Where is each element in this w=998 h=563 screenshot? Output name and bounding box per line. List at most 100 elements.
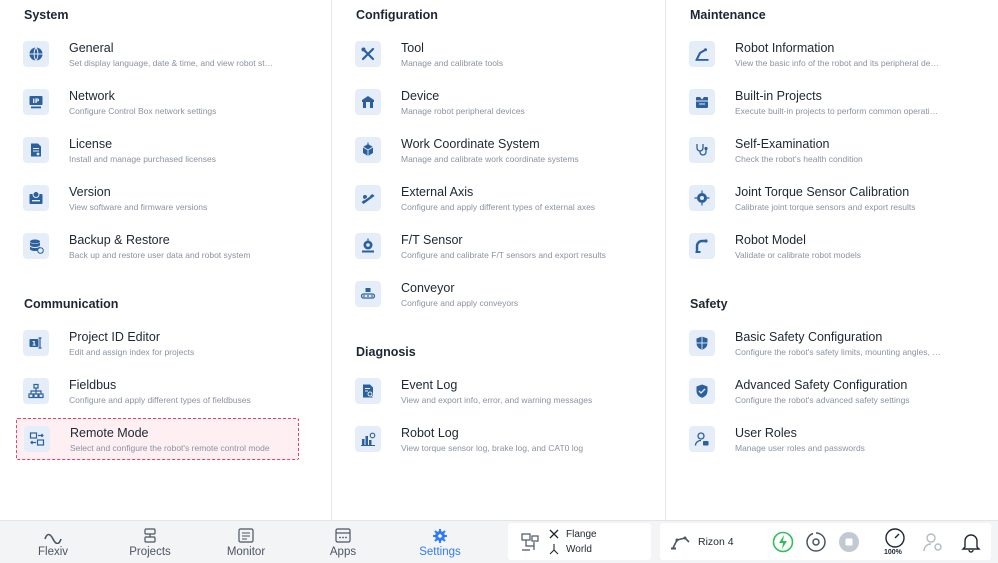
settings-item-ft-sensor[interactable]: F/T Sensor Configure and calibrate F/T s… <box>348 225 631 267</box>
item-title: Device <box>401 88 440 103</box>
item-title: User Roles <box>735 425 797 440</box>
nav-projects[interactable]: Projects <box>110 521 190 563</box>
speedometer-icon <box>885 528 905 548</box>
settings-item-work-coordinate-system[interactable]: Work Coordinate System Manage and calibr… <box>348 129 631 171</box>
item-title: Tool <box>401 40 424 55</box>
license-document-icon <box>23 137 49 163</box>
bell-icon <box>961 534 981 553</box>
settings-item-built-in-projects[interactable]: Built-in Projects Execute built-in proje… <box>682 81 965 123</box>
stop-button[interactable] <box>838 531 860 553</box>
settings-item-tool[interactable]: Tool Manage and calibrate tools <box>348 33 631 75</box>
item-title: Conveyor <box>401 280 455 295</box>
section-title-safety: Safety <box>690 297 728 311</box>
item-desc: Back up and restore user data and robot … <box>69 249 251 260</box>
settings-item-backup-restore[interactable]: Backup & Restore Back up and restore use… <box>16 225 299 267</box>
user-settings-button[interactable] <box>922 531 944 553</box>
nav-monitor[interactable]: Monitor <box>206 521 286 563</box>
nav-label: Monitor <box>226 545 266 558</box>
item-desc: Configure the robot's advanced safety se… <box>735 394 910 405</box>
svg-text:1: 1 <box>32 341 36 348</box>
version-chip-icon <box>23 185 49 211</box>
robot-log-chart-icon <box>355 426 381 452</box>
settings-item-license[interactable]: License Install and manage purchased lic… <box>16 129 299 171</box>
section-title-system: System <box>24 8 69 22</box>
ft-sensor-icon <box>355 233 381 259</box>
item-desc: Edit and assign index for projects <box>69 346 195 357</box>
settings-item-robot-log[interactable]: Robot Log View torque sensor log, brake … <box>348 418 631 460</box>
item-desc: Select and configure the robot's remote … <box>70 442 270 453</box>
robot-name: Rizon 4 <box>698 535 734 548</box>
tcp-frame-panel[interactable]: Flange World <box>508 523 651 560</box>
torque-sensor-target-icon <box>689 185 715 211</box>
item-desc: View torque sensor log, brake log, and C… <box>401 442 584 453</box>
item-desc: Configure and apply conveyors <box>401 297 519 308</box>
settings-item-robot-model[interactable]: Robot Model Validate or calibrate robot … <box>682 225 965 267</box>
speed-gauge-button[interactable] <box>884 527 906 549</box>
ip-network-icon: IP <box>23 89 49 115</box>
apps-icon <box>335 527 351 543</box>
settings-item-version[interactable]: Version View software and firmware versi… <box>16 177 299 219</box>
settings-item-fieldbus[interactable]: Fieldbus Configure and apply different t… <box>16 370 299 412</box>
gear-icon <box>433 528 447 543</box>
settings-item-robot-information[interactable]: Robot Information View the basic info of… <box>682 33 965 75</box>
settings-item-joint-torque-sensor-calibration[interactable]: Joint Torque Sensor Calibration Calibrat… <box>682 177 965 219</box>
item-title: Fieldbus <box>69 377 117 392</box>
robot-arm-icon <box>671 536 690 549</box>
nav-flexiv[interactable]: Flexiv <box>13 521 93 563</box>
database-backup-icon <box>23 233 49 259</box>
item-title: F/T Sensor <box>401 232 463 247</box>
nav-settings[interactable]: Settings <box>400 521 480 563</box>
item-desc: Configure and apply different types of f… <box>69 394 251 405</box>
settings-item-project-id-editor[interactable]: 1 Project ID Editor Edit and assign inde… <box>16 322 299 364</box>
shield-check-icon <box>689 378 715 404</box>
item-desc: Check the robot's health condition <box>735 153 863 164</box>
settings-item-user-roles[interactable]: User Roles Manage user roles and passwor… <box>682 418 965 460</box>
settings-item-event-log[interactable]: Event Log View and export info, error, a… <box>348 370 631 412</box>
settings-item-external-axis[interactable]: External Axis Configure and apply differ… <box>348 177 631 219</box>
settings-page: System General Set display language, dat… <box>0 0 998 520</box>
tools-icon <box>355 41 381 67</box>
item-desc: Set display language, date & time, and v… <box>69 57 274 68</box>
svg-text:IP: IP <box>33 98 40 105</box>
settings-item-basic-safety-configuration[interactable]: Basic Safety Configuration Configure the… <box>682 322 965 364</box>
item-desc: Manage and calibrate tools <box>401 57 504 68</box>
item-title: Joint Torque Sensor Calibration <box>735 184 910 199</box>
external-axis-icon <box>355 185 381 211</box>
globe-icon <box>23 41 49 67</box>
item-title: License <box>69 136 113 151</box>
settings-item-advanced-safety-configuration[interactable]: Advanced Safety Configuration Configure … <box>682 370 965 412</box>
settings-item-general[interactable]: General Set display language, date & tim… <box>16 33 299 75</box>
item-desc: Validate or calibrate robot models <box>735 249 861 260</box>
settings-item-network[interactable]: IP Network Configure Control Box network… <box>16 81 299 123</box>
section-title-maintenance: Maintenance <box>690 8 766 22</box>
settings-item-self-examination[interactable]: Self-Examination Check the robot's healt… <box>682 129 965 171</box>
brake-release-button[interactable] <box>805 531 827 553</box>
conveyor-icon <box>355 281 381 307</box>
item-title: Remote Mode <box>70 425 149 440</box>
stethoscope-icon <box>689 137 715 163</box>
device-gripper-icon <box>355 89 381 115</box>
item-desc: Configure the robot's safety limits, mou… <box>735 346 941 357</box>
item-desc: Install and manage purchased licenses <box>69 153 216 164</box>
settings-item-conveyor[interactable]: Conveyor Configure and apply conveyors <box>348 273 631 315</box>
item-title: External Axis <box>401 184 474 199</box>
flexiv-logo-icon <box>44 533 62 544</box>
item-desc: Configure Control Box network settings <box>69 105 217 116</box>
reference-frame-row: World <box>548 542 597 557</box>
item-title: Robot Model <box>735 232 806 247</box>
column-configuration-diagnosis: Configuration Tool Manage and calibrate … <box>332 0 666 520</box>
power-bolt-icon <box>772 531 794 553</box>
item-title: Robot Information <box>735 40 835 55</box>
settings-item-remote-mode[interactable]: Remote Mode Select and configure the rob… <box>16 418 299 460</box>
notifications-button[interactable] <box>960 531 982 553</box>
section-title-communication: Communication <box>24 297 119 311</box>
settings-item-device[interactable]: Device Manage robot peripheral devices <box>348 81 631 123</box>
item-desc: Configure and calibrate F/T sensors and … <box>401 249 606 260</box>
event-log-icon <box>355 378 381 404</box>
user-roles-icon <box>689 426 715 452</box>
power-button[interactable] <box>772 531 794 553</box>
item-title: Basic Safety Configuration <box>735 329 883 344</box>
nav-apps[interactable]: Apps <box>303 521 383 563</box>
column-maintenance-safety: Maintenance Robot Information View the b… <box>666 0 998 520</box>
item-title: Advanced Safety Configuration <box>735 377 908 392</box>
